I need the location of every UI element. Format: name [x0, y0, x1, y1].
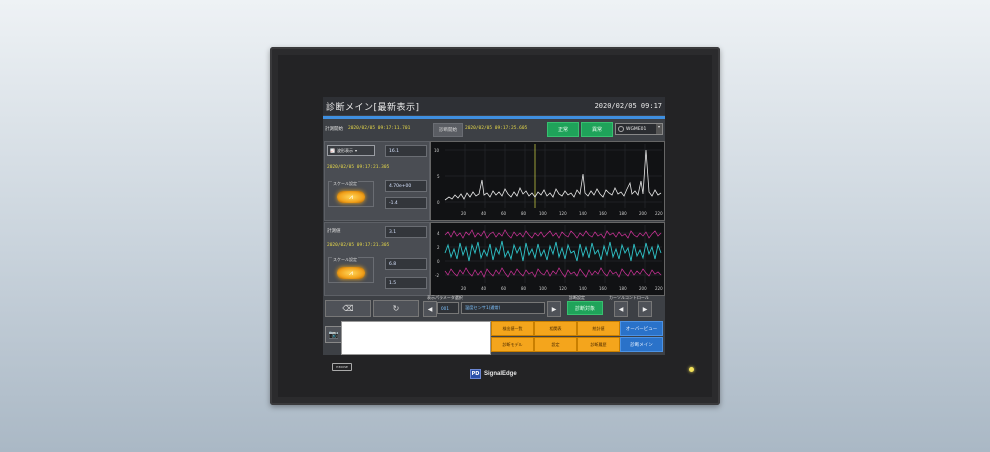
- display-mode-label: 波形表示: [336, 147, 353, 153]
- camera-icon: 📷: [328, 330, 339, 339]
- screen-title: 診断メイン[最新表示]: [326, 103, 420, 113]
- panel2-scale-box: スケール設定 ⩘: [328, 257, 374, 283]
- panel2-scale-max[interactable]: 6.8: [385, 258, 427, 270]
- chart2-xtick: 20: [461, 286, 467, 291]
- diag-target-button[interactable]: 診断対象: [567, 301, 603, 315]
- chart2-ytick: 2: [437, 245, 440, 250]
- chart2-xtick: 220: [655, 286, 663, 291]
- diag-start-value: 2020/02/05 09:17:25.605: [465, 126, 528, 131]
- chart2-xtick: 100: [539, 286, 547, 291]
- diag-history-button[interactable]: 診断履歴: [577, 337, 620, 352]
- measure-start-label: 計測開始: [325, 127, 343, 132]
- refresh-button[interactable]: ↻: [373, 300, 419, 317]
- param-id-field[interactable]: 001: [437, 302, 459, 314]
- power-led: [689, 367, 694, 372]
- eraser-button[interactable]: ⌫: [325, 300, 371, 317]
- chart1-xtick: 160: [599, 211, 607, 216]
- hmi-screen: 診断メイン[最新表示] 2020/02/05 09:17 計測開始 2020/0…: [323, 97, 665, 355]
- param-name-field[interactable]: 温度センサ1(通常): [461, 302, 545, 314]
- waveform-chart-svg: 4 2 0 -2 20 40 60 80 100 120 140 160 180…: [435, 225, 663, 291]
- bottom-bar: 📷 検出値一覧 相関表 統計値 オーバービュー 診断モデル 設定 診断履歴 診断…: [323, 320, 665, 355]
- panel-measurement: 計測値 3.1 2020/02/05 09:17:21.305 スケール設定 ⩘…: [324, 222, 430, 296]
- chart1-xtick: 20: [461, 211, 467, 216]
- chart-scale-icon[interactable]: ⩘: [337, 191, 365, 203]
- display-mode-button[interactable]: 📈 波形表示 ▾: [327, 145, 375, 156]
- chart1-xtick: 120: [559, 211, 567, 216]
- title-divider: [323, 116, 665, 119]
- param-next-button[interactable]: ▶: [547, 301, 561, 317]
- clock: 2020/02/05 09:17: [594, 102, 662, 110]
- panel2-timestamp: 2020/02/05 09:17:21.305: [327, 243, 390, 248]
- chart2-xtick: 120: [559, 286, 567, 291]
- chart2-xtick: 140: [579, 286, 587, 291]
- camera-button[interactable]: 📷: [325, 326, 342, 343]
- chart2-xtick: 40: [481, 286, 487, 291]
- chart2-xtick: 60: [501, 286, 507, 291]
- header-row: 計測開始 2020/02/05 09:17:11.701 診断開始 2020/0…: [323, 121, 665, 137]
- overview-button[interactable]: オーバービュー: [620, 321, 663, 336]
- panel1-scale-label: スケール設定: [332, 181, 358, 187]
- param-prev-button[interactable]: ◀: [423, 301, 437, 317]
- chart2-ytick: 0: [437, 259, 440, 264]
- spectrum-chart-svg: 10 5 0 20 40 60 80 100 120 140 160 180 2…: [434, 144, 663, 216]
- chart1-ytick: 5: [437, 174, 440, 179]
- brand-logo: PD SignalEdge: [470, 369, 517, 379]
- detected-values-button[interactable]: 検出値一覧: [491, 321, 534, 336]
- control-toolbar: ⌫ ↻ 表示パラメータ選択 ◀ 001 温度センサ1(通常) ▶ 診断設定 診断…: [323, 295, 665, 318]
- chart1-xtick: 140: [579, 211, 587, 216]
- brand-name: SignalEdge: [484, 371, 517, 377]
- eraser-icon: ⌫: [342, 304, 354, 313]
- cursor-left-button[interactable]: ◀: [614, 301, 628, 317]
- chevron-down-icon: ▾: [656, 124, 662, 134]
- waveform-chart[interactable]: 4 2 0 -2 20 40 60 80 100 120 140 160 180…: [430, 222, 665, 296]
- panel2-scale-label: スケール設定: [332, 257, 358, 263]
- brand-badge: PD: [470, 369, 481, 379]
- chart-scale-icon[interactable]: ⩘: [337, 267, 365, 279]
- radio-dot-icon: [618, 126, 624, 132]
- diag-model-button[interactable]: 診断モデル: [491, 337, 534, 352]
- chart-line-icon: 📈: [330, 148, 335, 153]
- chart2-ytick: 4: [437, 231, 440, 236]
- panel1-scale-max[interactable]: 4.70e+00: [385, 180, 427, 192]
- chart2-xtick: 160: [599, 286, 607, 291]
- panel2-scale-min[interactable]: 1.5: [385, 277, 427, 289]
- chart1-xtick: 40: [481, 211, 487, 216]
- chevron-down-icon: ▾: [354, 148, 357, 153]
- chart2-xtick: 200: [639, 286, 647, 291]
- diag-start-label: 診断開始: [433, 123, 463, 137]
- panel-waveform: 📈 波形表示 ▾ 16.1 2020/02/05 09:17:21.305 スケ…: [324, 141, 430, 221]
- panel1-scale-box: スケール設定 ⩘: [328, 181, 374, 207]
- chart1-ytick: 0: [437, 200, 440, 205]
- cursor-right-button[interactable]: ▶: [638, 301, 652, 317]
- abnormal-button[interactable]: 異常: [581, 122, 613, 137]
- normal-button[interactable]: 正常: [547, 122, 579, 137]
- spectrum-chart[interactable]: 10 5 0 20 40 60 80 100 120 140 160 180 2…: [430, 141, 665, 221]
- chart1-xtick: 100: [539, 211, 547, 216]
- chart1-ytick: 10: [434, 148, 440, 153]
- chart1-xtick: 180: [619, 211, 627, 216]
- panel2-value: 3.1: [385, 226, 427, 238]
- panel1-timestamp: 2020/02/05 09:17:21.305: [327, 165, 390, 170]
- panel1-scale-min[interactable]: -1.4: [385, 197, 427, 209]
- chart2-xtick: 180: [619, 286, 627, 291]
- title-bar: 診断メイン[最新表示] 2020/02/05 09:17: [323, 97, 665, 115]
- model-label: H300SE: [332, 363, 352, 371]
- chart1-xtick: 220: [655, 211, 663, 216]
- chart1-xtick: 80: [521, 211, 527, 216]
- settings-button[interactable]: 設定: [534, 337, 577, 352]
- panel2-label: 計測値: [327, 229, 341, 234]
- target-select[interactable]: WGME01 ▾: [615, 123, 663, 135]
- correlation-button[interactable]: 相関表: [534, 321, 577, 336]
- measure-start-value: 2020/02/05 09:17:11.701: [348, 126, 411, 131]
- message-area: [341, 321, 491, 355]
- statistics-button[interactable]: 統計値: [577, 321, 620, 336]
- chart2-ytick: -2: [435, 273, 439, 278]
- chart2-xtick: 80: [521, 286, 527, 291]
- refresh-icon: ↻: [392, 304, 400, 313]
- target-select-value: WGME01: [626, 126, 647, 132]
- chart1-xtick: 60: [501, 211, 507, 216]
- panel1-value: 16.1: [385, 145, 427, 157]
- diag-main-button[interactable]: 診断メイン: [620, 337, 663, 352]
- chart1-xtick: 200: [639, 211, 647, 216]
